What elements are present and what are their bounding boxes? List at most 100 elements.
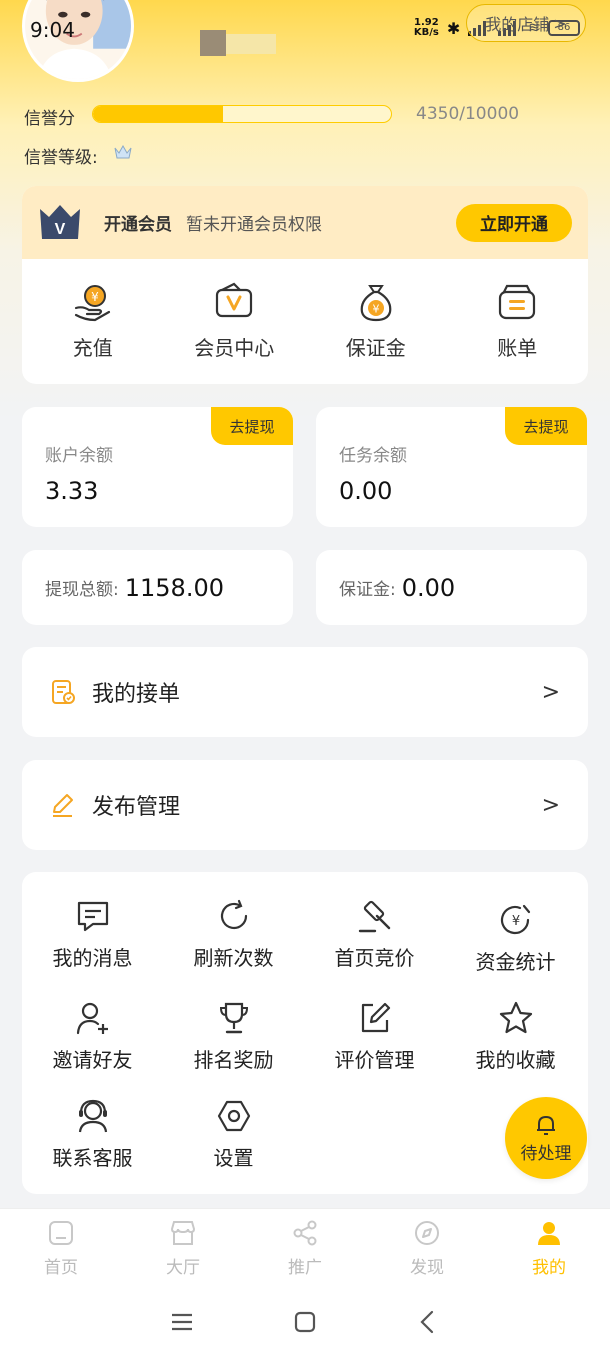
bottom-tab-bar: 首页 大厅 推广 发现 我的 [0,1208,610,1288]
member-card: V 开通会员 暂未开通会员权限 立即开通 ¥ 充值 会员中心 ¥ 保证金 账单 [22,186,588,384]
message-icon [77,901,108,932]
svg-text:¥: ¥ [91,290,99,304]
settings-icon [217,1100,250,1132]
grid-settings[interactable]: 设置 [163,1098,304,1171]
credit-score-label: 信誉分 [24,109,75,129]
account-balance-value: 3.33 [45,477,99,505]
deposit-label: 保证金: [339,580,396,600]
home-square-icon[interactable] [292,1309,318,1335]
share-icon [293,1220,317,1246]
grid-support[interactable]: 联系客服 [22,1098,163,1171]
credit-level-label: 信誉等级: [24,148,98,168]
svg-text:V: V [55,221,66,238]
quick-actions: ¥ 充值 会员中心 ¥ 保证金 账单 [22,259,588,384]
username-blurred [200,30,280,56]
star-icon [499,1001,532,1034]
chevron-right-icon: > [541,792,560,818]
edit-review-icon [361,1002,390,1033]
task-withdraw-button[interactable]: 去提现 [505,407,587,445]
activate-member-button[interactable]: 立即开通 [456,203,572,242]
withdraw-total-label: 提现总额: [45,580,119,600]
crown-icon [114,144,132,164]
recharge-icon: ¥ [74,285,110,322]
my-store-button[interactable]: 我的店铺 > [466,4,586,42]
grid-ranking[interactable]: 排名奖励 [163,1000,304,1073]
profile-icon [538,1222,560,1245]
pending-float-button[interactable]: 待处理 [505,1097,587,1179]
vip-badge-icon: V [40,204,80,239]
grid-bidding-label: 首页竞价 [334,946,415,970]
home-icon [49,1221,73,1245]
pending-label: 待处理 [520,1143,572,1164]
tab-promote[interactable]: 推广 [244,1209,366,1288]
quick-recharge-label: 充值 [72,336,113,360]
credit-progress-bar [92,105,392,123]
tab-mine[interactable]: 我的 [488,1209,610,1288]
quick-recharge[interactable]: ¥ 充值 [22,282,164,361]
grid-favorites-label: 我的收藏 [475,1048,556,1072]
grid-refresh[interactable]: 刷新次数 [163,898,304,971]
tab-promote-label: 推广 [288,1258,322,1278]
deposit-value: 0.00 [401,573,456,602]
chevron-right-icon: > [553,13,567,33]
trophy-icon [219,1002,248,1034]
svg-text:¥: ¥ [372,303,379,316]
bluetooth-icon: ✱ [446,18,461,38]
grid-refresh-label: 刷新次数 [193,946,274,970]
feature-grid: 我的消息 刷新次数 首页竞价 ¥ 资金统计 邀请好友 排名奖励 评价管理 我的收… [22,872,588,1194]
quick-bill[interactable]: 账单 [447,282,589,361]
network-speed: 1.92 KB/s [413,17,439,38]
member-banner: V 开通会员 暂未开通会员权限 立即开通 [22,186,588,259]
pencil-icon [53,794,73,817]
credit-progress-fill [93,106,223,122]
account-withdraw-button[interactable]: 去提现 [211,407,293,445]
publish-management-row[interactable]: 发布管理 > [22,760,588,850]
withdraw-total-card: 提现总额: 1158.00 [22,550,293,625]
status-time: 9:04 [30,18,75,42]
grid-messages[interactable]: 我的消息 [22,898,163,971]
quick-member-center[interactable]: 会员中心 [164,282,306,361]
quick-deposit-label: 保证金 [345,336,406,360]
order-list-icon [52,680,75,704]
publish-management-label: 发布管理 [92,795,181,820]
grid-ranking-label: 排名奖励 [193,1048,274,1072]
tab-hall-label: 大厅 [166,1258,200,1278]
my-orders-row[interactable]: 我的接单 > [22,647,588,737]
back-icon[interactable] [415,1309,441,1335]
tab-discover[interactable]: 发现 [366,1209,488,1288]
withdraw-total-value: 1158.00 [124,573,224,602]
task-balance-value: 0.00 [339,477,393,505]
compass-icon [415,1221,439,1245]
account-balance-card: 去提现 账户余额 3.33 [22,407,293,527]
deposit-card: 保证金: 0.00 [316,550,587,625]
tab-home[interactable]: 首页 [0,1209,122,1288]
task-balance-card: 去提现 任务余额 0.00 [316,407,587,527]
quick-deposit[interactable]: ¥ 保证金 [305,282,447,361]
invite-user-icon [76,1002,108,1035]
grid-invite[interactable]: 邀请好友 [22,1000,163,1073]
chevron-right-icon: > [541,679,560,705]
system-navigation-bar [0,1288,610,1356]
member-description: 暂未开通会员权限 [186,215,322,235]
my-orders-label: 我的接单 [92,682,181,707]
grid-support-label: 联系客服 [52,1146,133,1170]
tab-discover-label: 发现 [410,1258,444,1278]
bell-icon [537,1115,555,1135]
gavel-icon [358,900,390,933]
tab-home-label: 首页 [44,1258,78,1278]
grid-invite-label: 邀请好友 [52,1048,133,1072]
grid-bidding[interactable]: 首页竞价 [304,898,445,971]
my-store-label: 我的店铺 [485,15,550,34]
task-balance-label: 任务余额 [339,446,407,466]
grid-fund-stats-label: 资金统计 [475,950,556,974]
grid-fund-stats[interactable]: ¥ 资金统计 [445,902,586,975]
grid-favorites[interactable]: 我的收藏 [445,1000,586,1073]
tab-hall[interactable]: 大厅 [122,1209,244,1288]
menu-icon[interactable] [169,1309,195,1335]
svg-text:¥: ¥ [511,914,519,929]
quick-bill-label: 账单 [497,336,538,360]
refresh-icon [220,899,247,930]
credit-score-value: 4350/10000 [416,104,520,124]
account-balance-label: 账户余额 [45,446,113,466]
grid-reviews[interactable]: 评价管理 [304,1000,445,1073]
